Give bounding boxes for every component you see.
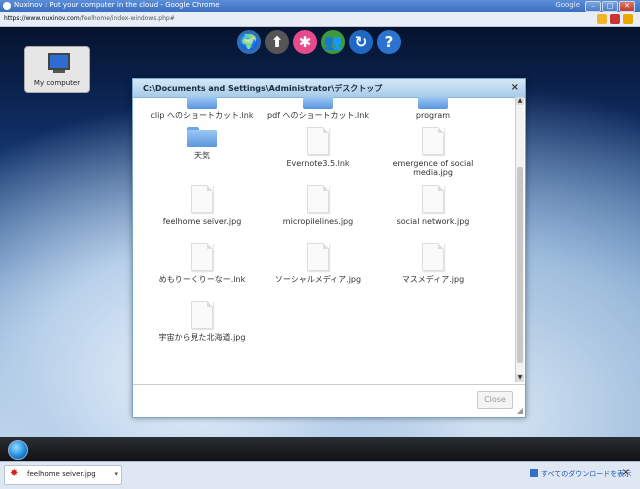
minimize-button[interactable]: – (585, 1, 601, 12)
file-item[interactable]: pdf へのショートカット.lnk (263, 97, 373, 120)
folder-icon (303, 97, 333, 109)
file-name: pdf へのショートカット.lnk (267, 111, 369, 120)
file-item[interactable]: social network.jpg (378, 185, 488, 226)
file-name: 宇宙から見た北海道.jpg (158, 333, 246, 342)
folder-icon (187, 127, 217, 147)
resize-grip-icon[interactable]: ◢ (517, 406, 523, 415)
file-name: 天気 (194, 151, 210, 160)
users-icon[interactable]: 👥 (321, 30, 345, 54)
maximize-button[interactable]: □ (602, 1, 618, 12)
url-host: https://www.nuxinov.com (4, 15, 80, 22)
document-icon (422, 243, 444, 271)
favicon-icon (3, 2, 11, 10)
file-item[interactable]: ソーシャルメディア.jpg (263, 243, 373, 284)
scroll-down-icon[interactable]: ▼ (516, 374, 524, 382)
image-file-icon: ✸ (10, 468, 19, 479)
top-toolbar: 🌍 ⬆ ✱ 👥 ↻? (237, 30, 401, 56)
document-icon (191, 301, 213, 329)
window-header[interactable]: C:\Documents and Settings\Administrator\… (133, 79, 525, 98)
file-browser-window: C:\Documents and Settings\Administrator\… (132, 78, 526, 418)
document-icon (191, 185, 213, 213)
file-item[interactable]: マスメディア.jpg (378, 243, 488, 284)
document-icon (422, 127, 444, 155)
file-name: emergence of social media.jpg (392, 159, 474, 177)
refresh-icon[interactable]: ↻ (349, 30, 373, 54)
start-orb-icon[interactable] (8, 440, 28, 460)
download-item[interactable]: ✸ feelhome seiver.jpg ▾ (4, 465, 122, 485)
taskbar (0, 437, 640, 461)
scroll-up-icon[interactable]: ▲ (516, 97, 524, 105)
download-filename: feelhome seiver.jpg (27, 470, 96, 478)
file-item[interactable]: feelhome seiver.jpg (147, 185, 257, 226)
folder-path-title: C:\Documents and Settings\Administrator\… (143, 84, 383, 93)
warning-icon[interactable] (623, 14, 633, 24)
file-item[interactable]: Evernote3.5.lnk (263, 127, 373, 168)
file-name: program (415, 111, 451, 120)
file-name: clip へのショートカット.lnk (150, 111, 254, 120)
document-icon (307, 127, 329, 155)
file-name: マスメディア.jpg (401, 275, 465, 284)
document-icon (422, 185, 444, 213)
file-item[interactable]: program (378, 97, 488, 120)
file-item[interactable]: めもりーくりーなー.lnk (147, 243, 257, 284)
address-bar[interactable]: https://www.nuxinov.com/feelhome/index-w… (0, 12, 640, 27)
file-item[interactable]: clip へのショートカット.lnk (147, 97, 257, 120)
downloads-shelf: ✸ feelhome seiver.jpg ▾ すべてのダウンロードを表示 × (0, 461, 640, 489)
close-downloads-icon[interactable]: × (622, 467, 630, 478)
close-window-button[interactable]: ✕ (619, 1, 635, 12)
computer-stand (53, 70, 65, 73)
globe-icon[interactable]: 🌍 (237, 30, 261, 54)
my-computer-label: My computer (33, 79, 81, 87)
file-name: micropilelines.jpg (282, 217, 354, 226)
download-icon (530, 469, 538, 477)
folder-icon (418, 97, 448, 109)
url-path: /feelhome/index-windows.php# (79, 15, 175, 22)
folder-icon (187, 97, 217, 109)
extension-icon[interactable] (597, 14, 607, 24)
file-name: ソーシャルメディア.jpg (274, 275, 362, 284)
document-icon (307, 185, 329, 213)
window-footer: Close ◢ (133, 384, 525, 417)
help-icon[interactable]: ? (377, 30, 401, 54)
file-name: feelhome seiver.jpg (162, 217, 242, 226)
file-name: Evernote3.5.lnk (286, 159, 350, 168)
file-name: めもりーくりーなー.lnk (158, 275, 246, 284)
close-icon[interactable]: × (511, 82, 519, 93)
browser-titlebar: Nuxinov : Put your computer in the cloud… (0, 0, 640, 12)
show-all-downloads-link[interactable]: すべてのダウンロードを表示 (530, 469, 631, 479)
pinwheel-icon[interactable]: ✱ (293, 30, 317, 54)
scroll-thumb[interactable] (517, 167, 523, 363)
close-button[interactable]: Close (477, 391, 513, 409)
window-title: Nuxinov : Put your computer in the cloud… (14, 1, 220, 9)
document-icon (307, 243, 329, 271)
my-computer-shortcut[interactable]: My computer (24, 46, 90, 93)
search-engine-label: Google (555, 1, 580, 9)
show-all-label: すべてのダウンロードを表示 (541, 470, 632, 478)
computer-icon (48, 53, 70, 70)
file-item[interactable]: 宇宙から見た北海道.jpg (147, 301, 257, 342)
file-item[interactable]: emergence of social media.jpg (378, 127, 488, 177)
scrollbar[interactable]: ▲ ▼ (515, 97, 524, 382)
pdf-extension-icon[interactable] (610, 14, 620, 24)
url-text[interactable]: https://www.nuxinov.com/feelhome/index-w… (4, 15, 175, 22)
chevron-down-icon[interactable]: ▾ (114, 470, 118, 478)
document-icon (191, 243, 213, 271)
file-list: clip へのショートカット.lnk pdf へのショートカット.lnk progr… (133, 97, 513, 382)
file-item[interactable]: micropilelines.jpg (263, 185, 373, 226)
upload-icon[interactable]: ⬆ (265, 30, 289, 54)
file-item[interactable]: 天気 (147, 127, 257, 160)
file-name: social network.jpg (396, 217, 470, 226)
